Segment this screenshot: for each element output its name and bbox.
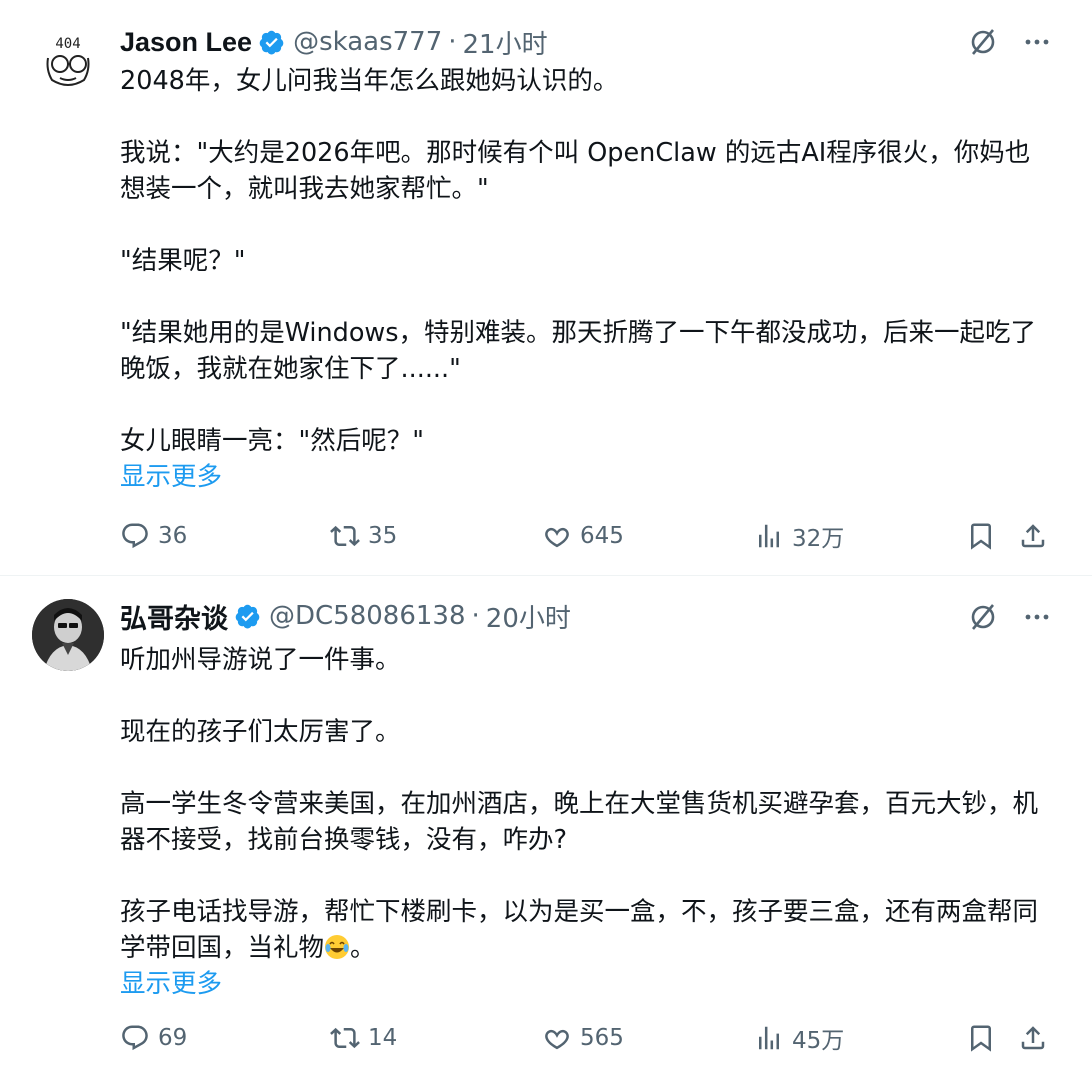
- tweet-paragraph: 我说："大约是2026年吧。那时候有个叫 OpenClaw 的远古AI程序很火，…: [120, 138, 1031, 204]
- tweet-header: 弘哥杂谈 @DC58086138 · 20小时: [120, 596, 972, 636]
- like-icon: [545, 527, 569, 548]
- tweet-paragraph: 2048年，女儿问我当年怎么跟她妈认识的。: [120, 66, 619, 96]
- author-name[interactable]: 弘哥杂谈: [120, 597, 228, 636]
- tweet-paragraph: 孩子电话找导游，帮忙下楼刷卡，以为是买一盒，不，孩子要三盒，还有两盒帮同学带回国…: [120, 894, 1050, 966]
- view-count: 32万: [792, 526, 845, 552]
- bookmark-button[interactable]: [966, 1018, 996, 1058]
- grok-icon[interactable]: [968, 27, 998, 57]
- tweet-top-actions: [968, 22, 1052, 62]
- more-icon[interactable]: [1022, 27, 1052, 57]
- show-more-link[interactable]: 显示更多: [120, 459, 1050, 495]
- timestamp[interactable]: 21小时: [463, 24, 548, 61]
- laughing-emoji-icon: [324, 934, 350, 960]
- author-name[interactable]: Jason Lee: [120, 27, 252, 58]
- tweet-paragraph: 现在的孩子们太厉害了。: [120, 717, 401, 747]
- repost-count: 35: [368, 523, 398, 549]
- author-handle[interactable]: @skaas777: [293, 27, 442, 57]
- tweet-paragraph: 高一学生冬令营来美国，在加州酒店，晚上在大堂售货机买避孕套，百元大钞，机器不接受…: [120, 789, 1039, 855]
- grok-icon[interactable]: [968, 602, 998, 632]
- repost-button[interactable]: 35: [330, 516, 397, 556]
- reply-count: 69: [158, 1025, 188, 1051]
- share-icon: [1021, 1026, 1045, 1050]
- avatar[interactable]: [32, 599, 104, 671]
- author-handle[interactable]: @DC58086138: [269, 601, 466, 631]
- like-count: 565: [580, 1025, 624, 1051]
- tweet-paragraph: "结果呢？": [120, 246, 246, 276]
- tweet[interactable]: 404 Jason Lee @skaas777 · 21小时 2048年，女儿问…: [0, 0, 1092, 576]
- more-icon[interactable]: [1022, 602, 1052, 632]
- like-button[interactable]: 645: [542, 516, 624, 556]
- timeline-feed: 404 Jason Lee @skaas777 · 21小时 2048年，女儿问…: [0, 0, 1092, 1082]
- tweet-paragraph: 听加州导游说了一件事。: [120, 645, 401, 675]
- repost-button[interactable]: 14: [330, 1018, 397, 1058]
- reply-count: 36: [158, 523, 188, 549]
- like-button[interactable]: 565: [542, 1018, 624, 1058]
- reply-icon: [122, 523, 148, 549]
- like-count: 645: [580, 523, 624, 549]
- tweet-header: Jason Lee @skaas777 · 21小时: [120, 22, 972, 62]
- views-button[interactable]: 45万: [754, 1018, 844, 1058]
- tweet-text: 听加州导游说了一件事。 现在的孩子们太厉害了。 高一学生冬令营来美国，在加州酒店…: [120, 642, 1050, 1002]
- reply-icon: [122, 1025, 148, 1051]
- reply-button[interactable]: 36: [120, 516, 187, 556]
- bookmark-icon: [971, 1025, 991, 1052]
- verified-badge-icon: [234, 603, 261, 630]
- timestamp[interactable]: 20小时: [486, 598, 571, 635]
- repost-icon: [330, 525, 360, 547]
- view-count: 45万: [792, 1028, 845, 1054]
- show-more-link[interactable]: 显示更多: [120, 966, 1050, 1002]
- views-icon: [759, 1026, 779, 1050]
- paragraph-text: 孩子电话找导游，帮忙下楼刷卡，以为是买一盒，不，孩子要三盒，还有两盒帮同学带回国…: [120, 897, 1039, 963]
- tweet-paragraph: "结果她用的是Windows，特别难装。那天折腾了一下午都没成功，后来一起吃了晚…: [120, 318, 1037, 384]
- tweet-paragraph: 女儿眼睛一亮："然后呢？": [120, 426, 424, 456]
- tweet-actions: 69 14 565 45万: [120, 1018, 1050, 1058]
- like-icon: [545, 1029, 569, 1050]
- separator: ·: [448, 27, 457, 57]
- verified-badge-icon: [258, 29, 285, 56]
- tweet[interactable]: 弘哥杂谈 @DC58086138 · 20小时 听加州导游说了一件事。 现在的孩…: [0, 577, 1092, 1082]
- separator: ·: [471, 601, 480, 631]
- views-button[interactable]: 32万: [754, 516, 844, 556]
- views-icon: [759, 524, 779, 548]
- bookmark-icon: [971, 523, 991, 550]
- share-icon: [1021, 524, 1045, 548]
- repost-count: 14: [368, 1025, 398, 1051]
- tweet-actions: 36 35 645 32万: [120, 516, 1050, 556]
- tweet-top-actions: [968, 597, 1052, 637]
- svg-text:404: 404: [55, 36, 80, 52]
- share-button[interactable]: [1018, 1018, 1048, 1058]
- reply-button[interactable]: 69: [120, 1018, 187, 1058]
- repost-icon: [330, 1027, 360, 1049]
- share-button[interactable]: [1018, 516, 1048, 556]
- paragraph-text: 。: [350, 933, 376, 963]
- bookmark-button[interactable]: [966, 516, 996, 556]
- tweet-text: 2048年，女儿问我当年怎么跟她妈认识的。 我说："大约是2026年吧。那时候有…: [120, 63, 1050, 495]
- avatar[interactable]: 404: [32, 24, 104, 96]
